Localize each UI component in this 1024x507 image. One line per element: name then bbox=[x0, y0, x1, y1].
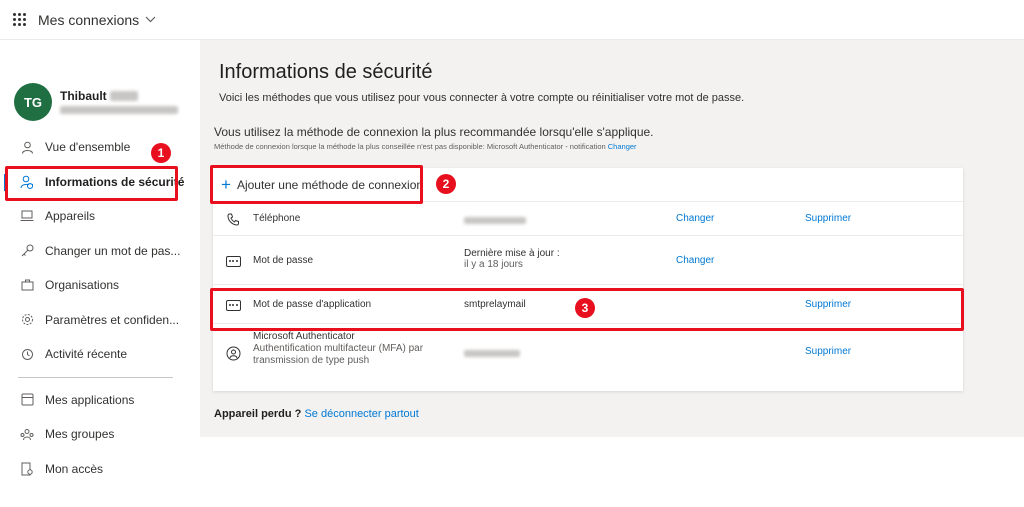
sidebar-item-devices[interactable]: Appareils bbox=[0, 199, 200, 234]
sidebar-item-organizations[interactable]: Organisations bbox=[0, 268, 200, 303]
sidebar: TG Thibault Vue d'ensemble Informations … bbox=[0, 40, 200, 507]
annotation-badge-1: 1 bbox=[151, 143, 171, 163]
password-icon bbox=[225, 253, 241, 269]
app-title: Mes connexions bbox=[38, 11, 140, 28]
redacted-surname bbox=[109, 91, 138, 102]
apps-icon bbox=[20, 393, 34, 407]
last-update-value: il y a 18 jours bbox=[464, 259, 523, 270]
annotation-box-2 bbox=[210, 165, 423, 204]
sidebar-item-settings-privacy[interactable]: Paramètres et confiden... bbox=[0, 303, 200, 338]
authenticator-icon bbox=[225, 345, 241, 361]
sidebar-item-label: Appareils bbox=[45, 209, 96, 224]
history-icon bbox=[20, 347, 34, 361]
sidebar-item-change-password[interactable]: Changer un mot de pas... bbox=[0, 234, 200, 269]
profile: TG Thibault bbox=[14, 83, 178, 121]
method-row-phone: Téléphone Changer Supprimer bbox=[213, 202, 963, 236]
authenticator-sub2: transmission de type push bbox=[253, 355, 370, 366]
lost-device-label: Appareil perdu ? bbox=[214, 408, 302, 420]
authenticator-sub1: Authentification multifacteur (MFA) par bbox=[253, 343, 424, 354]
authenticator-text: Microsoft Authenticator Authentification… bbox=[253, 331, 423, 367]
redacted-phone-number bbox=[464, 215, 526, 226]
page-title: Informations de sécurité bbox=[219, 61, 433, 83]
sidebar-item-label: Changer un mot de pas... bbox=[45, 243, 181, 258]
redacted-device-name bbox=[464, 348, 520, 359]
sidebar-item-label: Paramètres et confiden... bbox=[45, 312, 180, 327]
avatar: TG bbox=[14, 83, 52, 121]
annotation-badge-3: 3 bbox=[575, 298, 595, 318]
sidebar-item-my-groups[interactable]: Mes groupes bbox=[0, 417, 200, 452]
app-launcher-icon[interactable] bbox=[0, 0, 38, 40]
lock-icon bbox=[20, 313, 34, 327]
method-name: Mot de passe bbox=[253, 255, 314, 266]
method-name: Microsoft Authenticator bbox=[253, 331, 355, 342]
annotation-badge-2: 2 bbox=[436, 174, 456, 194]
change-password-link[interactable]: Changer bbox=[676, 255, 714, 266]
annotation-box-1 bbox=[5, 166, 178, 201]
key-icon bbox=[20, 244, 34, 258]
app-title-dropdown[interactable]: Mes connexions bbox=[38, 12, 156, 28]
footer-area bbox=[200, 437, 1024, 507]
sidebar-item-label: Organisations bbox=[45, 278, 120, 293]
sidebar-item-recent-activity[interactable]: Activité récente bbox=[0, 337, 200, 372]
sidebar-item-label: Mon accès bbox=[45, 461, 104, 476]
profile-email bbox=[60, 105, 178, 116]
top-bar: Mes connexions bbox=[0, 0, 1024, 40]
sidebar-item-label: Vue d'ensemble bbox=[45, 140, 131, 155]
profile-name: Thibault bbox=[60, 88, 107, 103]
default-method-text: Méthode de connexion lorsque la méthode … bbox=[214, 142, 606, 151]
change-default-method-link[interactable]: Changer bbox=[608, 142, 637, 151]
password-last-update: Dernière mise à jour : il y a 18 jours bbox=[464, 248, 560, 270]
default-method-heading: Vous utilisez la méthode de connexion la… bbox=[214, 125, 654, 139]
sidebar-item-overview[interactable]: Vue d'ensemble bbox=[0, 130, 200, 165]
sidebar-item-my-apps[interactable]: Mes applications bbox=[0, 383, 200, 418]
delete-phone-link[interactable]: Supprimer bbox=[805, 213, 851, 224]
laptop-icon bbox=[20, 209, 34, 223]
sidebar-divider bbox=[18, 376, 173, 378]
sidebar-item-my-access[interactable]: Mon accès bbox=[0, 452, 200, 487]
briefcase-icon bbox=[20, 278, 34, 292]
delete-authenticator-link[interactable]: Supprimer bbox=[805, 346, 851, 357]
redacted-email bbox=[60, 105, 178, 114]
chevron-down-icon bbox=[145, 14, 156, 26]
sidebar-item-label: Mes applications bbox=[45, 392, 135, 407]
change-phone-link[interactable]: Changer bbox=[676, 213, 714, 224]
method-row-password: Mot de passe Dernière mise à jour : il y… bbox=[213, 236, 963, 285]
person-icon bbox=[20, 140, 34, 154]
sidebar-item-label: Activité récente bbox=[45, 347, 128, 362]
groups-icon bbox=[20, 427, 34, 441]
page-description: Voici les méthodes que vous utilisez pou… bbox=[219, 92, 745, 104]
method-row-authenticator: Microsoft Authenticator Authentification… bbox=[213, 324, 963, 382]
logout-everywhere-link[interactable]: Se déconnecter partout bbox=[304, 408, 418, 420]
lost-device-line: Appareil perdu ? Se déconnecter partout bbox=[214, 408, 419, 420]
phone-icon bbox=[225, 211, 241, 227]
main-content: Informations de sécurité Voici les métho… bbox=[200, 40, 1024, 437]
sidebar-item-label: Mes groupes bbox=[45, 427, 115, 442]
default-method-subtext: Méthode de connexion lorsque la méthode … bbox=[214, 142, 637, 151]
last-update-label: Dernière mise à jour : bbox=[464, 248, 560, 259]
method-name: Téléphone bbox=[253, 213, 301, 224]
access-icon bbox=[20, 462, 34, 476]
